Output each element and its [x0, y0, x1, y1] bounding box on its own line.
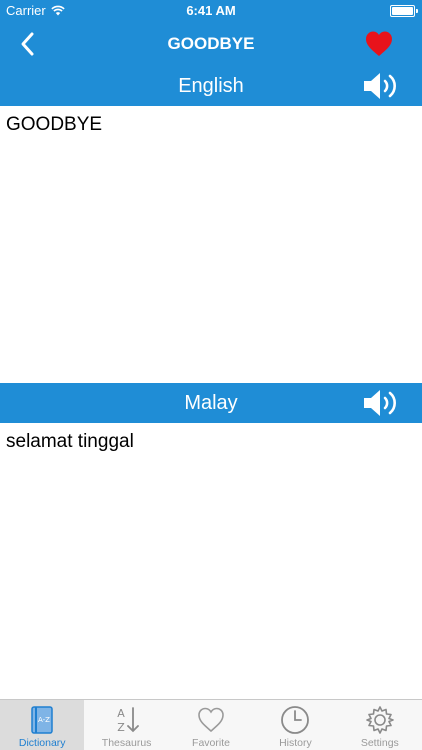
source-text: GOODBYE	[6, 114, 103, 135]
battery-icon	[390, 5, 418, 17]
heart-icon[interactable]	[364, 29, 394, 59]
tab-thesaurus[interactable]: A Z Thesaurus	[84, 700, 168, 750]
dictionary-icon: A-Z	[31, 706, 53, 734]
speaker-icon[interactable]	[362, 70, 400, 102]
svg-text:A-Z: A-Z	[38, 716, 50, 724]
sort-az-icon: A Z	[117, 707, 139, 734]
tab-favorite-label: Favorite	[192, 737, 230, 749]
target-language-label: Malay	[184, 392, 238, 414]
tab-history-label: History	[279, 737, 312, 749]
source-language-header: English	[0, 66, 422, 106]
tab-dictionary-label: Dictionary	[18, 737, 66, 749]
navigation-bar: GOODBYE	[0, 22, 422, 66]
status-bar: Carrier 6:41 AM	[0, 0, 422, 22]
target-text-panel: selamat tinggal	[0, 423, 422, 699]
tab-thesaurus-label: Thesaurus	[101, 737, 152, 749]
status-time: 6:41 AM	[186, 3, 236, 18]
target-language-header: Malay	[0, 383, 422, 423]
tab-dictionary[interactable]: A-Z Dictionary	[0, 700, 85, 750]
speaker-icon[interactable]	[362, 387, 400, 419]
page-title: GOODBYE	[167, 34, 255, 53]
target-text: selamat tinggal	[6, 431, 134, 452]
tab-bar: A-Z Dictionary A Z Thesaurus Favorite Hi…	[0, 699, 422, 750]
source-language-label: English	[178, 75, 244, 97]
svg-text:A: A	[117, 707, 125, 720]
svg-text:Z: Z	[117, 721, 125, 734]
gear-icon	[366, 706, 394, 734]
tab-settings[interactable]: Settings	[338, 700, 422, 750]
clock-icon	[281, 706, 310, 734]
source-text-panel: GOODBYE	[0, 106, 422, 382]
tab-settings-label: Settings	[360, 737, 399, 749]
tab-history[interactable]: History	[253, 700, 337, 750]
tab-favorite[interactable]: Favorite	[169, 700, 253, 750]
heart-outline-icon	[198, 707, 224, 733]
